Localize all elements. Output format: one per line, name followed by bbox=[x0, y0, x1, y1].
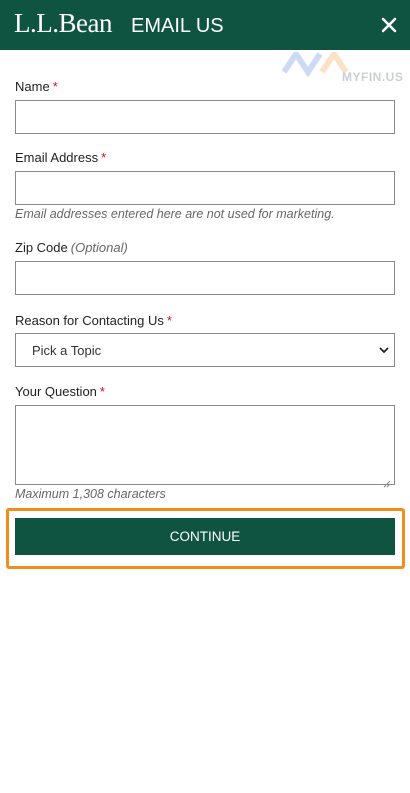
reason-selected-value: Pick a Topic bbox=[32, 343, 102, 358]
resize-handle-icon[interactable] bbox=[383, 475, 391, 488]
question-textarea[interactable] bbox=[15, 405, 395, 485]
header-bar: L.L.Bean EMAIL US bbox=[0, 0, 410, 50]
zip-label: Zip Code (Optional) bbox=[15, 240, 128, 255]
zip-input[interactable] bbox=[15, 261, 395, 295]
name-label: Name * bbox=[15, 79, 58, 94]
chevron-down-icon bbox=[378, 344, 390, 356]
email-input[interactable] bbox=[15, 171, 395, 205]
brand-logo: L.L.Bean bbox=[14, 8, 112, 38]
watermark-text: MYFIN.US bbox=[342, 70, 404, 84]
required-marker: * bbox=[99, 384, 105, 399]
email-label: Email Address * bbox=[15, 150, 107, 165]
name-input[interactable] bbox=[15, 100, 395, 134]
question-hint: Maximum 1,308 characters bbox=[15, 487, 166, 501]
reason-label: Reason for Contacting Us * bbox=[15, 313, 172, 328]
optional-marker: (Optional) bbox=[70, 240, 128, 255]
question-label: Your Question * bbox=[15, 384, 105, 399]
page-title: EMAIL US bbox=[131, 15, 224, 37]
email-hint: Email addresses entered here are not use… bbox=[15, 207, 335, 221]
required-marker: * bbox=[166, 313, 172, 328]
required-marker: * bbox=[101, 150, 107, 165]
close-icon[interactable] bbox=[378, 13, 400, 37]
continue-button[interactable]: CONTINUE bbox=[15, 518, 395, 555]
reason-select[interactable]: Pick a Topic bbox=[15, 333, 395, 367]
required-marker: * bbox=[52, 79, 58, 94]
